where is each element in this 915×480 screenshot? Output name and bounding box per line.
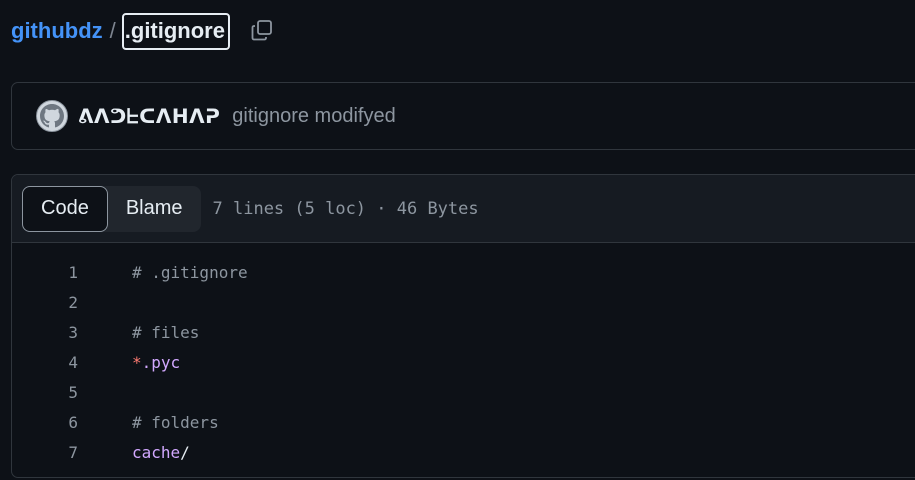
code-line: 2	[12, 287, 915, 317]
code-token: .pyc	[141, 352, 181, 372]
view-toggle: Code Blame	[22, 185, 201, 232]
line-content: # files	[132, 323, 199, 342]
commit-author[interactable]: ᕕᐱᕤᖶᑕᐱᕼᐱᕈ	[78, 104, 220, 129]
github-octocat-icon	[40, 104, 64, 128]
latest-commit-bar: ᕕᐱᕤᖶᑕᐱᕼᐱᕈ gitignore modifyed	[11, 82, 915, 150]
code-token: /	[180, 442, 190, 462]
commit-message[interactable]: gitignore modifyed	[232, 105, 395, 128]
copy-icon	[251, 20, 272, 41]
line-number[interactable]: 4	[12, 353, 78, 372]
code-area: 1 # .gitignore 2 3 # files 4 *.pyc 5 6 # folders 7…	[12, 243, 915, 467]
file-name: .gitignore	[121, 12, 230, 50]
line-number[interactable]: 2	[12, 293, 78, 312]
line-number[interactable]: 1	[12, 263, 78, 282]
line-number[interactable]: 6	[12, 413, 78, 432]
breadcrumb: githubdz / .gitignore	[11, 12, 276, 50]
line-content: *.pyc	[132, 353, 180, 372]
code-line: 7 cache/	[12, 437, 915, 467]
code-token: *	[132, 352, 142, 372]
file-header: Code Blame 7 lines (5 loc) · 46 Bytes	[12, 175, 915, 243]
line-number[interactable]: 3	[12, 323, 78, 342]
code-line: 5	[12, 377, 915, 407]
code-token: cache	[132, 442, 181, 462]
copy-path-button[interactable]	[248, 16, 276, 44]
tab-code[interactable]: Code	[22, 185, 108, 232]
code-token: # folders	[132, 412, 219, 432]
code-token: # files	[132, 322, 200, 342]
line-number[interactable]: 5	[12, 383, 78, 402]
file-stats: 7 lines (5 loc) · 46 Bytes	[212, 198, 479, 219]
line-content: # .gitignore	[132, 263, 248, 282]
code-line: 1 # .gitignore	[12, 257, 915, 287]
repo-link[interactable]: githubdz	[11, 18, 103, 44]
avatar[interactable]	[36, 100, 68, 132]
code-line: 6 # folders	[12, 407, 915, 437]
code-token: # .gitignore	[132, 262, 248, 282]
line-content: cache/	[132, 443, 190, 462]
file-viewer: Code Blame 7 lines (5 loc) · 46 Bytes 1 #…	[11, 174, 915, 478]
tab-blame[interactable]: Blame	[108, 186, 201, 232]
line-content: # folders	[132, 413, 219, 432]
line-number[interactable]: 7	[12, 443, 78, 462]
code-line: 3 # files	[12, 317, 915, 347]
code-line: 4 *.pyc	[12, 347, 915, 377]
breadcrumb-separator: /	[109, 18, 116, 43]
